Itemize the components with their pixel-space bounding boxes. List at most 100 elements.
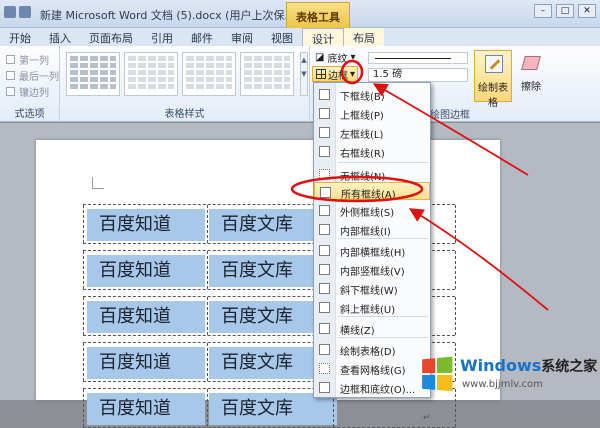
menu-item-inside-vertical-border[interactable]: 内部竖框线(V) <box>314 260 430 278</box>
menu-item-label: 内部框线(I) <box>340 227 391 238</box>
inside-horizontal-border-icon <box>319 245 330 256</box>
tab-design[interactable]: 设计 <box>302 28 344 46</box>
menu-item-label: 绘制表格(D) <box>340 347 396 358</box>
table-cell[interactable]: 百度知道 <box>87 255 205 287</box>
menu-item-draw-table[interactable]: 绘制表格(D) <box>314 340 430 358</box>
paint-bucket-icon: ◪ <box>315 52 325 63</box>
tab-home[interactable]: 开始 <box>0 28 40 46</box>
table-gridline <box>207 251 208 289</box>
minimize-button[interactable]: – <box>534 4 552 18</box>
margin-corner-mark <box>92 177 104 189</box>
table-style-swatch[interactable] <box>240 52 294 96</box>
menu-item-label: 右框线(R) <box>340 149 385 160</box>
table-gridline <box>83 343 84 381</box>
tab-mailings[interactable]: 邮件 <box>182 28 222 46</box>
option-label: 最后一列 <box>19 72 59 83</box>
chevron-down-icon: ▾ <box>350 68 356 80</box>
menu-item-all-borders[interactable]: 所有框线(A) <box>314 182 430 201</box>
first-column-option[interactable]: 第一列 <box>6 52 49 67</box>
shading-button[interactable]: ◪ 底纹 ▾ <box>315 50 355 65</box>
table-style-swatch[interactable] <box>124 52 178 96</box>
table-style-swatch[interactable] <box>182 52 236 96</box>
save-icon[interactable] <box>4 6 16 18</box>
shading-label: 底纹 <box>327 54 348 65</box>
menu-separator <box>338 316 428 317</box>
menu-item-label: 所有框线(A) <box>341 190 396 201</box>
draw-table-icon <box>319 344 330 355</box>
eraser-icon <box>521 56 541 70</box>
table-style-swatch[interactable] <box>66 52 120 96</box>
menu-item-diagonal-up-border[interactable]: 斜上框线(U) <box>314 298 430 316</box>
tab-review[interactable]: 审阅 <box>222 28 262 46</box>
group-label: 表格样式 <box>164 109 205 120</box>
menu-item-view-gridlines[interactable]: 查看网格线(G) <box>314 359 430 377</box>
option-label: 镶边列 <box>19 88 49 99</box>
eraser-button[interactable]: 擦除 <box>516 50 546 102</box>
tab-references[interactable]: 引用 <box>142 28 182 46</box>
menu-item-label: 边框和底纹(O)... <box>340 385 416 396</box>
top-border-icon <box>319 108 330 119</box>
title-bar: 新建 Microsoft Word 文档 (5).docx (用户上次保... … <box>0 0 600 28</box>
table-cell[interactable]: 百度知道 <box>87 347 205 379</box>
table-gridline <box>207 205 208 243</box>
menu-item-bottom-border[interactable]: 下框线(B) <box>314 85 430 103</box>
ribbon-tabs: 开始 插入 页面布局 引用 邮件 审阅 视图 设计 布局 <box>0 28 600 46</box>
eraser-label: 擦除 <box>521 82 541 93</box>
menu-item-label: 查看网格线(G) <box>340 366 406 377</box>
line-style-select[interactable] <box>368 52 468 64</box>
ribbon: 第一列 最后一列 镶边列 式选项 表格样式 ▲ ▼ ◪ 底纹 ▾ 边框 ▾ 1.5… <box>0 46 600 122</box>
table-gridline <box>83 205 84 243</box>
chevron-down-icon: ▾ <box>350 52 356 63</box>
borders-label: 边框 <box>328 70 348 82</box>
window-controls: – □ ✕ <box>534 4 596 18</box>
horizontal-line-icon <box>319 323 330 334</box>
checkbox-icon <box>6 87 15 96</box>
table-gridline <box>455 297 456 335</box>
menu-item-inside-borders[interactable]: 内部框线(I) <box>314 220 430 238</box>
table-gridline <box>207 297 208 335</box>
watermark-brand: Windows系统之家 <box>460 356 598 375</box>
table-cell[interactable]: 百度知道 <box>87 393 205 425</box>
draw-table-button[interactable]: 绘制表格 <box>474 50 512 109</box>
menu-item-label: 左框线(L) <box>340 130 384 141</box>
all-borders-icon <box>320 187 331 198</box>
menu-item-label: 上框线(P) <box>340 111 384 122</box>
line-weight-select[interactable]: 1.5 磅 <box>368 68 468 82</box>
menu-item-diagonal-down-border[interactable]: 斜下框线(W) <box>314 279 430 297</box>
gallery-scroll[interactable]: ▲ ▼ <box>300 52 308 96</box>
menu-item-outside-borders[interactable]: 外侧框线(S) <box>314 201 430 219</box>
tab-layout[interactable]: 布局 <box>344 28 384 46</box>
tab-page-layout[interactable]: 页面布局 <box>80 28 142 46</box>
table-cell[interactable]: 百度知道 <box>87 209 205 241</box>
table-cell[interactable]: 百度知道 <box>87 301 205 333</box>
inside-borders-icon <box>319 224 330 235</box>
table-gridline <box>83 389 84 427</box>
maximize-button[interactable]: □ <box>556 4 574 18</box>
banded-columns-option[interactable]: 镶边列 <box>6 84 49 99</box>
group-label: 式选项 <box>14 109 45 120</box>
menu-item-no-border[interactable]: 无框线(N) <box>314 165 430 183</box>
view-gridlines-icon <box>319 363 330 374</box>
bottom-border-icon <box>319 89 330 100</box>
close-button[interactable]: ✕ <box>578 4 596 18</box>
menu-item-borders-shading[interactable]: 边框和底纹(O)... <box>314 378 430 396</box>
diagonal-up-border-icon <box>319 302 330 313</box>
menu-item-inside-horizontal-border[interactable]: 内部横框线(H) <box>314 241 430 259</box>
menu-separator <box>338 238 428 239</box>
table-gridline <box>207 343 208 381</box>
tab-view[interactable]: 视图 <box>262 28 302 46</box>
borders-dropdown-menu: 下框线(B) 上框线(P) 左框线(L) 右框线(R) 无框线(N) 所有框线(A) 外侧框… <box>313 82 431 398</box>
last-column-option[interactable]: 最后一列 <box>6 68 59 83</box>
menu-item-top-border[interactable]: 上框线(P) <box>314 104 430 122</box>
menu-item-right-border[interactable]: 右框线(R) <box>314 142 430 160</box>
right-border-icon <box>319 146 330 157</box>
menu-item-label: 内部横框线(H) <box>340 248 406 259</box>
table-styles-group: 表格样式 <box>60 46 310 122</box>
tab-insert[interactable]: 插入 <box>40 28 80 46</box>
table-gridline <box>455 205 456 243</box>
quick-access-toolbar <box>4 6 31 18</box>
menu-item-horizontal-line[interactable]: 横线(Z) <box>314 319 430 337</box>
borders-button[interactable]: 边框 ▾ <box>312 66 358 82</box>
menu-item-left-border[interactable]: 左框线(L) <box>314 123 430 141</box>
undo-icon[interactable] <box>19 6 31 18</box>
